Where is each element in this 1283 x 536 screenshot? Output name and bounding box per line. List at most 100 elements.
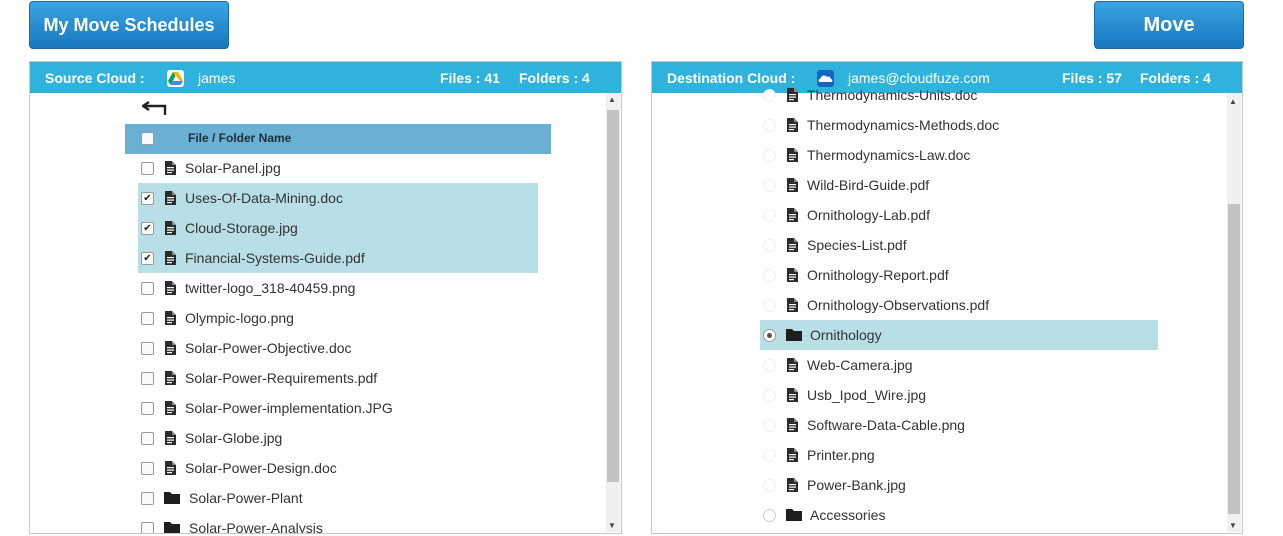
item-radio[interactable] (763, 479, 776, 492)
move-button[interactable]: Move (1094, 1, 1244, 49)
item-radio[interactable] (763, 419, 776, 432)
list-item[interactable]: Web-Camera.jpg (760, 350, 1158, 380)
source-files-count: Files : 41 (440, 70, 500, 86)
folder-icon (786, 328, 802, 344)
item-checkbox[interactable] (141, 342, 154, 355)
file-icon (787, 478, 798, 495)
item-name: Thermodynamics-Law.doc (807, 147, 971, 163)
file-icon (787, 148, 798, 165)
item-name: Solar-Panel.jpg (185, 160, 281, 176)
item-checkbox[interactable] (141, 282, 154, 295)
item-name: Solar-Power-Plant (189, 490, 303, 506)
item-name: Ornithology-Observations.pdf (807, 297, 990, 313)
item-name: Olympic-logo.png (185, 310, 294, 326)
file-icon (787, 238, 798, 255)
item-name: Solar-Power-Analysis (189, 520, 323, 534)
source-scrollbar-thumb[interactable] (607, 110, 619, 482)
list-item[interactable]: Thermodynamics-Methods.doc (760, 110, 1158, 140)
list-item[interactable]: Thermodynamics-Units.doc (760, 80, 1158, 110)
item-checkbox[interactable] (141, 162, 154, 175)
list-item[interactable]: Wild-Bird-Guide.pdf (760, 170, 1158, 200)
list-item[interactable]: Solar-Power-Design.doc (125, 453, 545, 483)
item-radio[interactable] (763, 89, 776, 102)
list-item[interactable]: Solar-Power-Analysis (125, 513, 545, 534)
item-checkbox[interactable] (141, 372, 154, 385)
file-icon (787, 118, 798, 135)
source-user: james (198, 70, 236, 86)
item-checkbox[interactable]: ✔ (141, 252, 154, 265)
file-icon (165, 431, 176, 448)
back-arrow-icon[interactable] (140, 100, 168, 121)
list-item[interactable]: Printer.png (760, 440, 1158, 470)
select-all-checkbox[interactable] (141, 132, 154, 145)
file-icon (165, 161, 176, 178)
source-header: Source Cloud : james Files : 41 Folders … (30, 62, 621, 93)
item-name: Ornithology-Lab.pdf (807, 207, 930, 223)
item-checkbox[interactable] (141, 432, 154, 445)
item-radio[interactable] (763, 449, 776, 462)
item-name: Solar-Power-Objective.doc (185, 340, 352, 356)
scroll-up-arrow-icon[interactable]: ▲ (608, 95, 616, 104)
list-item[interactable]: Solar-Power-Requirements.pdf (125, 363, 545, 393)
my-move-schedules-button[interactable]: My Move Schedules (29, 1, 229, 49)
item-checkbox[interactable]: ✔ (141, 192, 154, 205)
item-radio[interactable] (763, 509, 776, 522)
list-item[interactable]: ✔ Uses-Of-Data-Mining.doc (138, 183, 538, 213)
item-radio[interactable] (763, 359, 776, 372)
list-item[interactable]: ✔ Financial-Systems-Guide.pdf (138, 243, 538, 273)
column-header-label: File / Folder Name (188, 131, 292, 145)
scroll-down-arrow-icon[interactable]: ▼ (1229, 521, 1237, 530)
item-name: Solar-Power-Design.doc (185, 460, 337, 476)
list-item[interactable]: Power-Bank.jpg (760, 470, 1158, 500)
list-item[interactable]: twitter-logo_318-40459.png (125, 273, 545, 303)
item-checkbox[interactable] (141, 522, 154, 533)
item-checkbox[interactable] (141, 402, 154, 415)
list-item[interactable]: Ornithology-Lab.pdf (760, 200, 1158, 230)
file-icon (165, 311, 176, 328)
item-radio[interactable] (763, 179, 776, 192)
source-folders-count: Folders : 4 (519, 70, 590, 86)
list-item[interactable]: Ornithology-Report.pdf (760, 260, 1158, 290)
item-radio[interactable] (763, 269, 776, 282)
destination-scrollbar[interactable]: ▲ ▼ (1227, 93, 1241, 532)
destination-scrollbar-thumb[interactable] (1228, 204, 1240, 514)
file-icon (165, 221, 176, 238)
file-folder-column-header: File / Folder Name (125, 124, 551, 154)
list-item[interactable]: Olympic-logo.png (125, 303, 545, 333)
list-item[interactable]: Thermodynamics-Law.doc (760, 140, 1158, 170)
item-checkbox[interactable] (141, 462, 154, 475)
item-name: Ornithology (810, 327, 882, 343)
scroll-up-arrow-icon[interactable]: ▲ (1229, 97, 1237, 106)
list-item[interactable]: Solar-Panel.jpg (125, 153, 545, 183)
list-item[interactable]: Ornithology-Observations.pdf (760, 290, 1158, 320)
list-item[interactable]: ✔ Cloud-Storage.jpg (138, 213, 538, 243)
file-icon (165, 371, 176, 388)
list-item[interactable]: Ornithology (760, 320, 1158, 350)
scroll-down-arrow-icon[interactable]: ▼ (608, 521, 616, 530)
source-scrollbar[interactable]: ▲ ▼ (606, 93, 620, 532)
item-name: Species-List.pdf (807, 237, 907, 253)
google-drive-icon (167, 70, 184, 87)
item-radio[interactable] (763, 209, 776, 222)
file-icon (165, 281, 176, 298)
list-item[interactable]: Software-Data-Cable.png (760, 410, 1158, 440)
item-radio[interactable] (763, 299, 776, 312)
list-item[interactable]: Solar-Globe.jpg (125, 423, 545, 453)
item-radio[interactable] (763, 149, 776, 162)
list-item[interactable]: Species-List.pdf (760, 230, 1158, 260)
item-radio[interactable] (763, 239, 776, 252)
item-name: Accessories (810, 507, 886, 523)
item-radio[interactable] (763, 389, 776, 402)
item-checkbox[interactable] (141, 492, 154, 505)
list-item[interactable]: Solar-Power-Plant (125, 483, 545, 513)
list-item[interactable]: Accessories (760, 500, 1158, 530)
list-item[interactable]: Solar-Power-Objective.doc (125, 333, 545, 363)
item-radio[interactable] (763, 119, 776, 132)
list-item[interactable]: Usb_Ipod_Wire.jpg (760, 380, 1158, 410)
item-checkbox[interactable]: ✔ (141, 222, 154, 235)
list-item[interactable]: Solar-Power-implementation.JPG (125, 393, 545, 423)
file-icon (787, 178, 798, 195)
item-radio[interactable] (763, 329, 776, 342)
item-checkbox[interactable] (141, 312, 154, 325)
folder-icon (786, 508, 802, 524)
